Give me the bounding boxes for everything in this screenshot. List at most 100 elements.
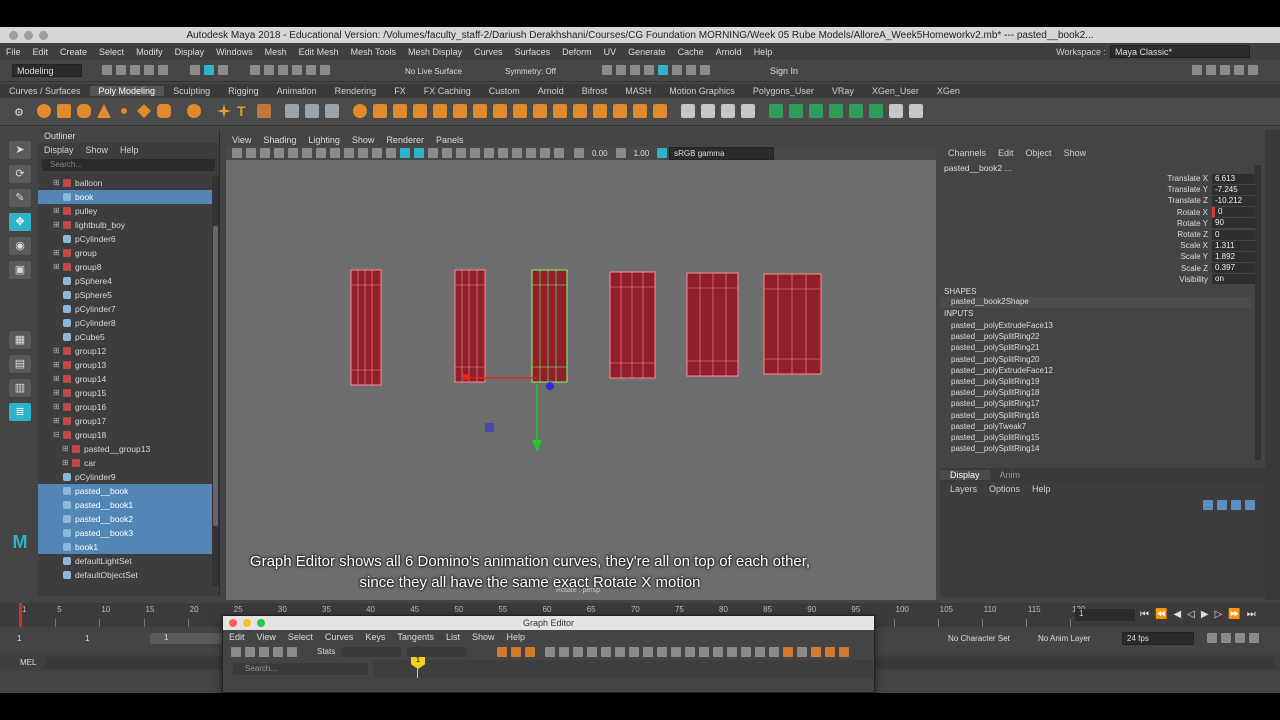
shelf-tab-arnold[interactable]: Arnold xyxy=(529,86,573,96)
outliner-item[interactable]: pCube5 xyxy=(38,330,212,344)
snap-point-icon[interactable] xyxy=(278,65,288,75)
viewport-menu-panels[interactable]: Panels xyxy=(430,135,470,145)
graph-settings-icon[interactable] xyxy=(839,647,849,657)
expand-toggle-icon[interactable]: ⊞ xyxy=(53,386,61,400)
insert-key-icon[interactable] xyxy=(245,647,255,657)
bridge-icon[interactable] xyxy=(453,104,467,118)
move-key-icon[interactable] xyxy=(231,647,241,657)
curve-filter-icon[interactable] xyxy=(825,647,835,657)
domino-1[interactable] xyxy=(350,269,382,386)
outliner-item[interactable]: ⊞ group16 xyxy=(38,400,212,414)
hypershade-icon[interactable] xyxy=(672,65,682,75)
uv-layout-icon[interactable] xyxy=(869,104,883,118)
lock-weight-icon[interactable] xyxy=(685,647,695,657)
center-current-icon[interactable] xyxy=(525,647,535,657)
spline-tangent-icon[interactable] xyxy=(559,647,569,657)
domino-2[interactable] xyxy=(454,269,486,383)
go-to-start-icon[interactable]: ⏮ xyxy=(1140,609,1149,620)
graph-menu-help[interactable]: Help xyxy=(500,632,531,642)
channel-value-field[interactable]: 90 xyxy=(1212,218,1260,229)
expand-toggle-icon[interactable]: ⊞ xyxy=(53,204,61,218)
boolean-difference-icon[interactable] xyxy=(373,104,387,118)
uv-automatic-icon[interactable] xyxy=(829,104,843,118)
channel-box-scrollbar[interactable] xyxy=(1255,165,1261,460)
redo-icon[interactable] xyxy=(158,65,168,75)
frame-all-icon[interactable] xyxy=(497,647,507,657)
lasso-tool-icon[interactable]: ⟳ xyxy=(9,165,31,183)
channel-menu-object[interactable]: Object xyxy=(1026,148,1052,158)
expand-toggle-icon[interactable]: ⊞ xyxy=(53,400,61,414)
expand-toggle-icon[interactable]: ⊞ xyxy=(53,246,61,260)
delete-history-icon[interactable] xyxy=(909,104,923,118)
expand-toggle-icon[interactable]: ⊞ xyxy=(53,414,61,428)
sign-in-button[interactable]: Sign In xyxy=(770,66,798,76)
bevel-corner-icon[interactable] xyxy=(493,104,507,118)
outliner-item[interactable]: ⊞ group13 xyxy=(38,358,212,372)
snap-view-icon[interactable] xyxy=(292,65,302,75)
outliner-item[interactable]: ⊞ car xyxy=(38,456,212,470)
input-node[interactable]: pasted__polySplitRing21 xyxy=(951,343,1040,354)
denormalize-icon[interactable] xyxy=(741,647,751,657)
offset-edge-loop-icon[interactable] xyxy=(721,104,735,118)
viewport-menu-lighting[interactable]: Lighting xyxy=(302,135,346,145)
auto-tangent-icon[interactable] xyxy=(545,647,555,657)
viewport-menu-view[interactable]: View xyxy=(226,135,257,145)
graph-editor-titlebar[interactable]: Graph Editor xyxy=(223,616,874,630)
shelf-tab-rigging[interactable]: Rigging xyxy=(219,86,268,96)
layer-move-down-icon[interactable] xyxy=(1217,500,1227,510)
select-tool-icon[interactable]: ➤ xyxy=(9,141,31,159)
attribute-editor-icon[interactable] xyxy=(1220,65,1230,75)
channel-value-field[interactable]: 1.892 xyxy=(1212,251,1260,262)
menu-set-dropdown[interactable]: Modeling xyxy=(12,64,82,77)
mirror-icon[interactable] xyxy=(413,104,427,118)
menu-edit-mesh[interactable]: Edit Mesh xyxy=(293,47,345,57)
ambient-occlusion-icon[interactable] xyxy=(470,148,480,158)
motion-blur-icon[interactable] xyxy=(484,148,494,158)
menu-mesh[interactable]: Mesh xyxy=(259,47,293,57)
channel-row[interactable]: Scale Z 0.397 xyxy=(1155,263,1260,274)
shape-node[interactable]: pasted__book2Shape xyxy=(940,297,1252,308)
channel-row[interactable]: Rotate Z 0 xyxy=(1155,229,1260,240)
input-node[interactable]: pasted__polySplitRing16 xyxy=(951,411,1040,422)
fill-hole-icon[interactable] xyxy=(533,104,547,118)
render-view-icon[interactable] xyxy=(616,65,626,75)
auto-key-icon[interactable] xyxy=(1235,633,1245,643)
safe-action-icon[interactable] xyxy=(358,148,368,158)
outliner-item[interactable]: ⊞ group14 xyxy=(38,372,212,386)
layer-tab-display[interactable]: Display xyxy=(940,470,990,480)
start-time-field[interactable]: 1 xyxy=(17,634,21,643)
render-frame-icon[interactable] xyxy=(630,65,640,75)
channel-value-field[interactable]: 6.613 xyxy=(1212,173,1260,184)
pre-infinity-icon[interactable] xyxy=(755,647,765,657)
domino-3-selected[interactable] xyxy=(531,269,568,383)
outliner-item[interactable]: ⊞ pasted__group13 xyxy=(38,442,212,456)
dope-sheet-icon[interactable] xyxy=(783,647,793,657)
play-forward-icon[interactable]: ▶ xyxy=(1201,609,1209,620)
unify-tangent-icon[interactable] xyxy=(657,647,667,657)
input-node[interactable]: pasted__polySplitRing14 xyxy=(951,444,1040,455)
channel-box-icon[interactable] xyxy=(1248,65,1258,75)
channel-row[interactable]: Rotate Y 90 xyxy=(1155,218,1260,229)
layer-tab-anim[interactable]: Anim xyxy=(990,470,1031,480)
clamped-tangent-icon[interactable] xyxy=(573,647,583,657)
stats-value-field[interactable] xyxy=(407,647,467,657)
channel-row[interactable]: Scale X 1.311 xyxy=(1155,240,1260,251)
character-set-dropdown[interactable]: No Character Set xyxy=(948,634,1010,643)
outliner-menu-show[interactable]: Show xyxy=(86,145,109,155)
menu-mesh-display[interactable]: Mesh Display xyxy=(402,47,468,57)
smooth-icon[interactable] xyxy=(325,104,339,118)
input-node[interactable]: pasted__polyExtrudeFace13 xyxy=(951,321,1053,332)
expand-toggle-icon[interactable]: ⊞ xyxy=(53,176,61,190)
construction-history-icon[interactable] xyxy=(602,65,612,75)
shadows-icon[interactable] xyxy=(456,148,466,158)
shelf-tab-xgen[interactable]: XGen xyxy=(928,86,969,96)
anim-layer-dropdown[interactable]: No Anim Layer xyxy=(1038,634,1090,643)
input-node[interactable]: pasted__polySplitRing19 xyxy=(951,377,1040,388)
menu-help[interactable]: Help xyxy=(748,47,779,57)
range-handle[interactable]: 1 xyxy=(150,633,222,644)
shelf-tab-curves-surfaces[interactable]: Curves / Surfaces xyxy=(0,86,90,96)
rotate-tool-icon[interactable]: ◉ xyxy=(9,237,31,255)
color-management-icon[interactable] xyxy=(657,148,668,158)
outliner-item[interactable]: pCylinder6 xyxy=(38,232,212,246)
channel-value-field[interactable]: on xyxy=(1212,274,1260,285)
